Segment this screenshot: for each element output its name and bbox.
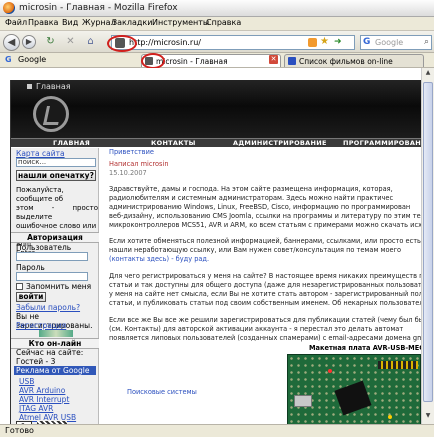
go-arrow-icon[interactable]: ➜ (334, 37, 342, 47)
username-field[interactable] (16, 252, 88, 261)
window-title: microsin - Главная - Mozilla Firefox (19, 3, 178, 13)
password-label: Пароль (16, 263, 45, 272)
ad-link-jtag[interactable]: JTAG AVR (19, 404, 53, 413)
paragraph-line: Для чего регистрироваться у меня на сайт… (109, 272, 421, 280)
menu-file[interactable]: Файл (5, 18, 27, 27)
register-link[interactable]: Регистрация (16, 321, 66, 330)
paragraph-line: появляется липовых пользователей (создан… (109, 334, 421, 342)
url-bar[interactable]: http://microsin.ru/ ★ ➜ (111, 35, 355, 50)
password-field[interactable] (16, 272, 88, 281)
guests-count: Гостей - 3 (16, 357, 56, 366)
scroll-down-icon[interactable]: ▼ (423, 412, 433, 423)
paragraph-line: Если хотите обменяться полезной информац… (109, 237, 421, 245)
navigation-toolbar: ◀ ▶ ↻ ✕ ⌂ http://microsin.ru/ ★ ➜ G Goog… (0, 31, 434, 53)
scroll-up-icon[interactable]: ▲ (423, 69, 433, 80)
breadcrumb: Главная (27, 82, 71, 91)
avr-usb-mega-board-image[interactable] (287, 354, 421, 424)
article-date: 15.10.2007 (109, 169, 147, 177)
paragraph-line: Если все же Вы все же решили зарегистрир… (109, 316, 421, 324)
paragraph-line: администрированию Windows, Linux, FreeBS… (109, 203, 411, 211)
search-bar[interactable]: G Google ⌕ (360, 35, 432, 50)
menu-bar: Файл Правка Вид Журнал Закладки Инструме… (0, 17, 434, 31)
status-bar: Готово (0, 424, 434, 437)
highlight-circle (141, 53, 165, 69)
close-icon[interactable]: ✕ (269, 55, 278, 64)
menu-help[interactable]: Справка (206, 18, 241, 27)
scroll-thumb[interactable] (423, 82, 433, 402)
site-sidebar: Карта сайта поиск... нашли опечатку? Пож… (11, 148, 99, 424)
url-text[interactable]: http://microsin.ru/ (129, 38, 201, 47)
search-icon[interactable]: ⌕ (424, 37, 429, 47)
search-systems-link[interactable]: Поисковые системы (127, 388, 247, 397)
tab-films[interactable]: Список фильмов on-line (284, 54, 424, 67)
status-text: Готово (5, 426, 34, 435)
article-title[interactable]: Приветствие (109, 148, 421, 157)
site-menu: ГЛАВНАЯ КОНТАКТЫ АДМИНИСТРИРОВАНИЕ ПРОГР… (11, 138, 431, 147)
paragraph-line: микроконтроллеров MCS51, AVR и ARM, ко в… (109, 221, 421, 229)
bookmarks-toolbar: G Google microsin - Главная ✕ Список фил… (0, 53, 434, 68)
highlight-circle (107, 35, 137, 52)
google-icon: G (5, 55, 12, 64)
typo-button[interactable]: нашли опечатку? (16, 170, 96, 181)
site-logo[interactable] (33, 96, 69, 132)
bookmark-star-icon[interactable]: ★ (320, 36, 329, 47)
bookmark-google[interactable]: Google (18, 55, 46, 64)
paragraph-line: Здравствуйте, дамы и господа. На этом са… (109, 185, 393, 193)
site-menu-home[interactable]: ГЛАВНАЯ (53, 139, 90, 147)
site-menu-admin[interactable]: АДМИНИСТРИРОВАНИЕ (233, 139, 327, 147)
tab-label: microsin - Главная (156, 57, 228, 66)
firefox-icon (3, 2, 15, 14)
online-now: Сейчас на сайте: (16, 348, 84, 357)
remember-label: Запомнить меня (26, 282, 92, 291)
paragraph-line: радиолюбителям и системным администратор… (109, 194, 394, 202)
banner-image[interactable] (39, 330, 73, 337)
rss-icon[interactable] (308, 38, 317, 47)
paragraph-line: (см. Контакты) для авторской активации а… (109, 325, 404, 333)
title-bar: microsin - Главная - Mozilla Firefox (0, 0, 434, 17)
article: Приветствие Написал microsin 15.10.2007 … (109, 148, 421, 424)
article-author: Написал microsin (109, 160, 169, 168)
menu-view[interactable]: Вид (62, 18, 78, 27)
menu-history[interactable]: Журнал (82, 18, 116, 27)
menu-edit[interactable]: Правка (28, 18, 58, 27)
paragraph-line: статьи и так доступны для общего доступа… (109, 281, 421, 289)
remember-checkbox[interactable] (16, 283, 23, 290)
paragraph-line: веб-дизайну, использованию CMS Joomla, с… (109, 212, 421, 220)
back-arrow-icon[interactable]: ◀ (3, 34, 20, 51)
google-icon: G (363, 37, 371, 47)
website: Главная ГЛАВНАЯ КОНТАКТЫ АДМИНИСТРИРОВАН… (10, 80, 431, 424)
site-menu-programming[interactable]: ПРОГРАММИРОВАНИЕ (343, 139, 431, 147)
tab-label: Список фильмов on-line (299, 57, 393, 66)
vertical-scrollbar[interactable]: ▲ ▼ (421, 68, 434, 424)
sitemap-link[interactable]: Карта сайта (16, 149, 65, 158)
login-button[interactable]: войти (16, 292, 46, 302)
paragraph-line: нашли неработающую ссылку, или Вам нужен… (109, 246, 402, 254)
site-header: Главная (11, 80, 421, 138)
image-caption: Макетная плата AVR-USB-MEGA (309, 344, 421, 352)
menu-bookmarks[interactable]: Закладки (112, 18, 152, 27)
google-ads-header[interactable]: Реклама от Google (14, 366, 96, 375)
auth-heading: Авторизация (11, 232, 99, 243)
site-search-input[interactable]: поиск... (16, 158, 96, 167)
forgot-password-link[interactable]: Забыли пароль? (16, 303, 80, 312)
forward-arrow-icon[interactable]: ▶ (22, 35, 36, 49)
menu-tools[interactable]: Инструменты (152, 18, 209, 27)
ad-link-usb[interactable]: USB (19, 377, 34, 386)
stop-icon[interactable]: ✕ (62, 34, 79, 51)
paragraph-line: статьи, и публиковать статьи под своим с… (109, 299, 421, 307)
paragraph-line: у меня на сайте нет смысла, если Вы не х… (109, 290, 421, 298)
ad-link-arduino[interactable]: AVR Arduino (19, 386, 65, 395)
ad-link-interrupt[interactable]: AVR Interrupt (19, 395, 69, 404)
page-viewport: Главная ГЛАВНАЯ КОНТАКТЫ АДМИНИСТРИРОВАН… (0, 68, 434, 424)
username-label: Пользователь (16, 243, 72, 252)
site-menu-contacts[interactable]: КОНТАКТЫ (151, 139, 196, 147)
site-favicon (288, 57, 296, 65)
search-placeholder[interactable]: Google (375, 38, 403, 47)
home-icon[interactable]: ⌂ (82, 34, 99, 51)
reload-icon[interactable]: ↻ (42, 34, 59, 51)
contacts-link[interactable]: (контакты здесь) - буду рад. (109, 255, 421, 264)
